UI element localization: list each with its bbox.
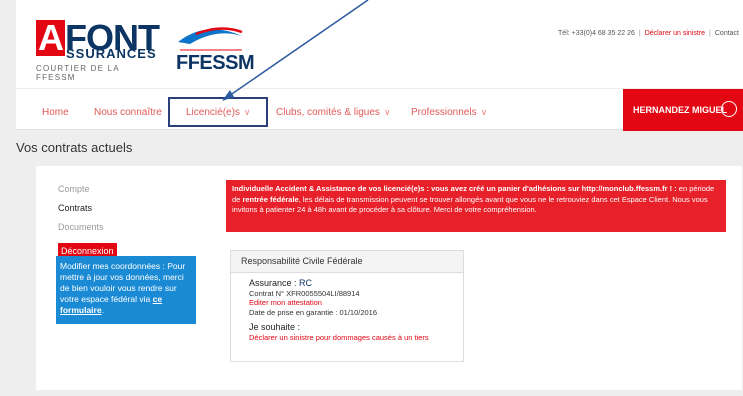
ffessm-logo-word: FFESSM — [176, 52, 255, 74]
contract-card: Responsabilité Civile Fédérale Assurance… — [230, 250, 464, 362]
assurance-label: Assurance : — [249, 278, 297, 288]
edit-certificate-link[interactable]: Editer mon attestation — [249, 298, 445, 308]
chevron-down-icon: ∨ — [383, 107, 391, 117]
nav-highlight-box — [168, 97, 268, 127]
alert-banner: Individuelle Accident & Assistance de vo… — [226, 180, 726, 232]
user-account-button[interactable]: HERNANDEZ MIGUEL — [623, 89, 743, 131]
user-name: HERNANDEZ MIGUEL — [633, 105, 727, 115]
chevron-down-icon: ∨ — [480, 107, 488, 117]
sidebar-item-compte[interactable]: Compte — [58, 184, 198, 194]
ffessm-wave-icon — [178, 27, 243, 51]
contact-link[interactable]: Contact — [715, 30, 739, 37]
nav-nous-connaitre-label: Nous connaître — [94, 107, 162, 118]
alert-text-2: , les délais de transmission peuvent se … — [232, 194, 708, 215]
lafont-logo[interactable]: AFONT SSURANCES COURTIER DE LA FFESSM — [36, 20, 162, 82]
assurance-value: RC — [299, 278, 313, 288]
assurance-line: Assurance : RC — [249, 278, 445, 289]
account-sidebar: Compte Contrats Documents Déconnexion — [58, 184, 198, 259]
declare-claim-link[interactable]: Déclarer un sinistre — [645, 30, 705, 37]
lafont-logo-sub: SSURANCES — [66, 46, 157, 61]
phone-number: Tél: +33(0)4 68 35 22 26 — [558, 30, 635, 37]
wish-label: Je souhaite : — [249, 322, 301, 332]
user-icon — [721, 101, 737, 117]
nav-home-label: Home — [42, 107, 69, 118]
sidebar-item-contrats[interactable]: Contrats — [58, 203, 198, 213]
sidebar-item-documents[interactable]: Documents — [58, 222, 198, 232]
contract-card-body: Assurance : RC Contrat N° XFR0055504LI/8… — [231, 273, 463, 348]
update-info-box: Modifier mes coordonnées : Pour mettre à… — [56, 256, 196, 324]
coverage-date: Date de prise en garantie : 01/10/2016 — [249, 307, 378, 317]
lafont-logo-tagline: COURTIER DE LA FFESSM — [36, 64, 120, 82]
contracts-panel: Compte Contrats Documents Déconnexion Mo… — [36, 166, 742, 390]
nav-clubs-label: Clubs, comités & ligues — [276, 107, 380, 118]
nav-professionnels[interactable]: Professionnels ∨ — [411, 107, 487, 118]
nav-nous-connaitre[interactable]: Nous connaître — [94, 107, 162, 118]
page-title: Vos contrats actuels — [16, 140, 133, 155]
nav-home[interactable]: Home — [42, 107, 69, 118]
contract-card-title: Responsabilité Civile Fédérale — [231, 251, 463, 273]
alert-bold-intro: Individuelle Accident & Assistance de vo… — [232, 184, 677, 193]
update-info-end: . — [101, 305, 104, 315]
site-header: AFONT SSURANCES COURTIER DE LA FFESSM FF… — [16, 0, 743, 88]
main-nav: Home Nous connaître Licencié(e)s ∨ Clubs,… — [16, 88, 743, 131]
contract-number: Contrat N° XFR0055504LI/88914 — [249, 288, 360, 298]
ffessm-logo[interactable]: FFESSM — [176, 22, 255, 82]
top-info-bar: Tél: +33(0)4 68 35 22 26 | Déclarer un sin… — [558, 30, 739, 37]
alert-bold-rentree: rentrée fédérale — [242, 194, 299, 204]
nav-professionnels-label: Professionnels — [411, 107, 477, 118]
nav-clubs[interactable]: Clubs, comités & ligues ∨ — [276, 107, 391, 118]
update-info-text: Modifier mes coordonnées : Pour mettre à… — [60, 261, 186, 304]
declare-third-party-claim-link[interactable]: Déclarer un sinistre pour dommages causé… — [249, 333, 445, 343]
